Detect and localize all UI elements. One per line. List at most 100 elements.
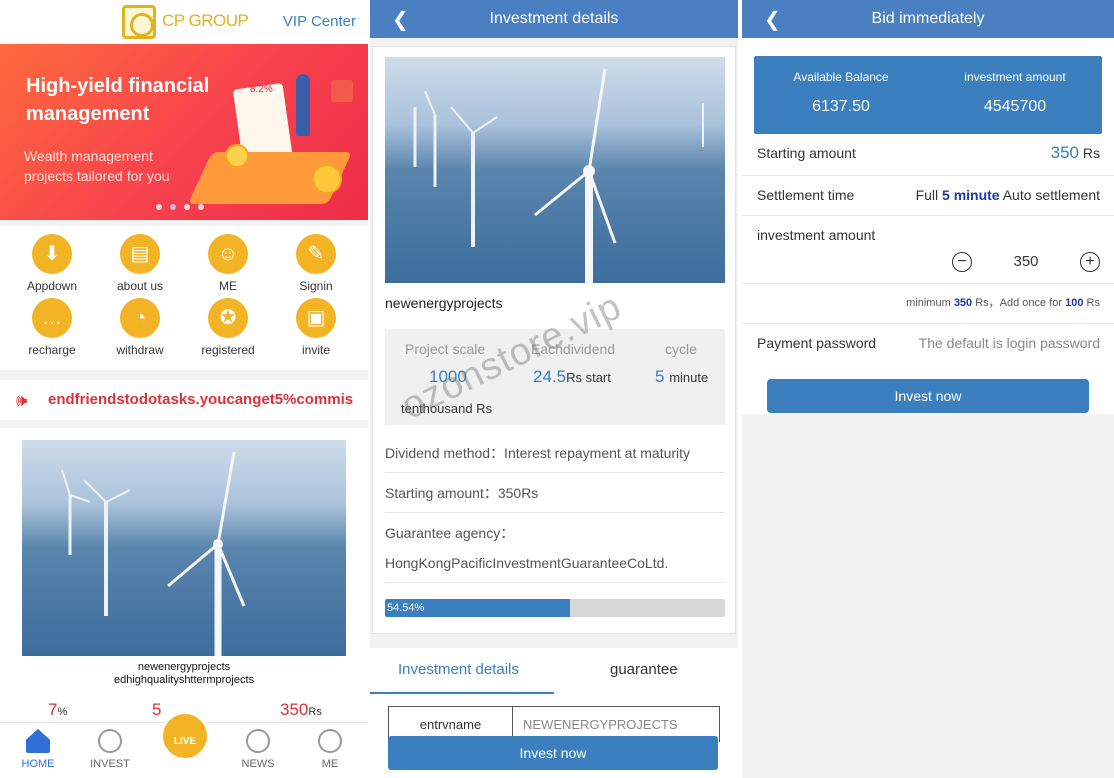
settlement-duration: 5 minute	[942, 187, 1000, 203]
increase-button[interactable]: +	[1080, 252, 1100, 272]
menu-item-appdown[interactable]: ⬇ Appdown	[8, 234, 96, 293]
investment-total-label: investment amount	[964, 70, 1066, 84]
menu-item-label: registered	[201, 343, 255, 357]
quantity-stepper: − 350 +	[952, 252, 1100, 274]
settlement-suffix: Auto settlement	[1002, 187, 1100, 203]
project-name: newenergyprojects	[385, 295, 503, 311]
invest-icon	[98, 729, 122, 753]
settlement-time-value: Full 5 minute Auto settlement	[916, 176, 1100, 214]
wallet-icon: ▣	[296, 298, 336, 338]
dividend-unit: Rs start	[566, 370, 611, 385]
payment-password-input[interactable]: The default is login password	[919, 324, 1100, 362]
rule-mid: Rs，Add once for	[975, 297, 1063, 309]
menu-item-signin[interactable]: ✎ Signin	[272, 234, 360, 293]
menu-item-about-us[interactable]: ▤ about us	[96, 234, 184, 293]
cube-illustration	[331, 80, 353, 102]
cycle-amount: 5	[655, 367, 665, 386]
pig-icon: ◔	[120, 298, 160, 338]
bid-title: Bid immediately	[871, 10, 985, 27]
carousel-dot[interactable]	[198, 204, 204, 210]
menu-item-registered[interactable]: ✪ registered	[184, 298, 272, 357]
available-balance: Available Balance 6137.50	[754, 70, 928, 116]
cycle-label: cycle	[665, 341, 697, 357]
menu-item-recharge[interactable]: … recharge	[8, 298, 96, 357]
product-min-amount-unit: Rs	[308, 706, 322, 718]
menu-item-label: Appdown	[26, 279, 78, 293]
details-tabs: Investment details guarantee	[370, 648, 738, 694]
payment-password-row: Payment password The default is login pa…	[742, 324, 1114, 364]
menu-item-me[interactable]: ☺ ME	[184, 234, 272, 293]
rule-min-prefix: minimum	[906, 297, 951, 309]
rule-step-value: 100	[1065, 297, 1084, 309]
menu-item-label: recharge	[28, 343, 76, 357]
tab-invest-label: INVEST	[90, 758, 130, 770]
vip-center-link[interactable]: VIP Center	[283, 13, 356, 30]
investment-amount-label: investment amount	[757, 227, 876, 243]
dividend-amount: 24.5	[533, 367, 567, 386]
product-name: newenergyprojects edhighqualityshttermpr…	[20, 661, 348, 687]
rule-min-value: 350	[953, 297, 973, 309]
settlement-time-label: Settlement time	[757, 187, 855, 203]
signin-icon: ✎	[296, 234, 336, 274]
guarantee-agency-name: HongKongPacificInvestmentGuaranteeCoLtd.	[385, 543, 725, 583]
banner-title: High-yield financial management	[26, 75, 210, 125]
wind-turbines-illustration	[61, 451, 246, 656]
dividend-value: 24.5Rs start	[533, 367, 611, 387]
decrease-button[interactable]: −	[952, 252, 972, 272]
wind-turbines-illustration	[413, 68, 704, 283]
dividend-method-row: Dividend method：Interest repayment at ma…	[385, 433, 725, 473]
home-header: CP GROUP VIP Center	[0, 0, 368, 44]
details-header: ❮ Investment details	[370, 0, 738, 38]
notice-marquee[interactable]: 🕪 endfriendstodotasks.youcanget5%commis	[0, 380, 368, 420]
available-balance-value: 6137.50	[812, 98, 870, 115]
home-screen: CP GROUP VIP Center High-yield financial…	[0, 0, 368, 778]
product-rate-unit: %	[57, 706, 68, 718]
carousel-dot[interactable]	[184, 204, 190, 210]
menu-item-invite[interactable]: ▣ invite	[272, 298, 360, 357]
tab-investment-details[interactable]: Investment details	[398, 661, 519, 678]
starting-amount-row: Starting amount：350Rs	[385, 473, 725, 513]
bid-header: ❮ Bid immediately	[742, 0, 1114, 38]
starting-amount-row: Starting amount 350 Rs	[742, 134, 1114, 176]
live-button[interactable]: LIVE	[160, 711, 210, 761]
cycle-value: 5 minute	[655, 367, 708, 387]
product-card[interactable]: newenergyprojects edhighqualityshttermpr…	[0, 428, 368, 728]
menu-item-label: ME	[219, 279, 237, 293]
settlement-time-row: Settlement time Full 5 minute Auto settl…	[742, 176, 1114, 216]
marquee-text: endfriendstodotasks.youcanget5%commis	[48, 391, 354, 408]
investment-total-value: 4545700	[983, 98, 1047, 115]
compass-icon	[246, 729, 270, 753]
project-image	[385, 57, 725, 283]
profile-icon	[318, 729, 342, 753]
tab-invest[interactable]: INVEST	[80, 729, 140, 770]
investment-amount-row: investment amount − 350 +	[742, 216, 1114, 284]
tab-guarantee[interactable]: guarantee	[610, 661, 678, 678]
carousel-dot[interactable]	[170, 204, 176, 210]
investment-total: investment amount 4545700	[928, 70, 1102, 116]
settlement-prefix: Full	[915, 187, 939, 203]
invest-now-button[interactable]: Invest now	[767, 379, 1089, 413]
tab-news[interactable]: NEWS	[228, 729, 288, 770]
starting-amount-number: 350	[1050, 143, 1079, 162]
amount-rule-text: minimum 350 Rs，Add once for 100 Rs	[906, 284, 1100, 322]
screenshot-root: CP GROUP VIP Center High-yield financial…	[0, 0, 1114, 778]
carousel-dot[interactable]	[156, 204, 162, 210]
tab-me-label: ME	[321, 758, 339, 770]
funding-progress-fill: 54.54%	[385, 599, 571, 617]
cp-logo-icon	[122, 5, 156, 39]
amount-input[interactable]: 350	[982, 253, 1070, 270]
speaker-icon: 🕪	[16, 390, 28, 410]
invest-now-button[interactable]: Invest now	[388, 736, 718, 770]
promo-banner[interactable]: High-yield financial management Wealth m…	[0, 44, 368, 220]
available-balance-label: Available Balance	[793, 70, 889, 84]
banner-rate-badge: 8.2%	[250, 84, 273, 95]
tab-me[interactable]: ME	[300, 729, 360, 770]
download-icon: ⬇	[32, 234, 72, 274]
bottom-tab-bar: HOME INVEST LIVE NEWS ME	[0, 711, 368, 778]
document-icon: ▤	[120, 234, 160, 274]
menu-item-withdraw[interactable]: ◔ withdraw	[96, 298, 184, 357]
rule-suffix: Rs	[1086, 297, 1100, 309]
piggy-bank-icon	[312, 164, 342, 194]
tab-home[interactable]: HOME	[8, 729, 68, 770]
brand-name: CP GROUP	[162, 11, 249, 30]
